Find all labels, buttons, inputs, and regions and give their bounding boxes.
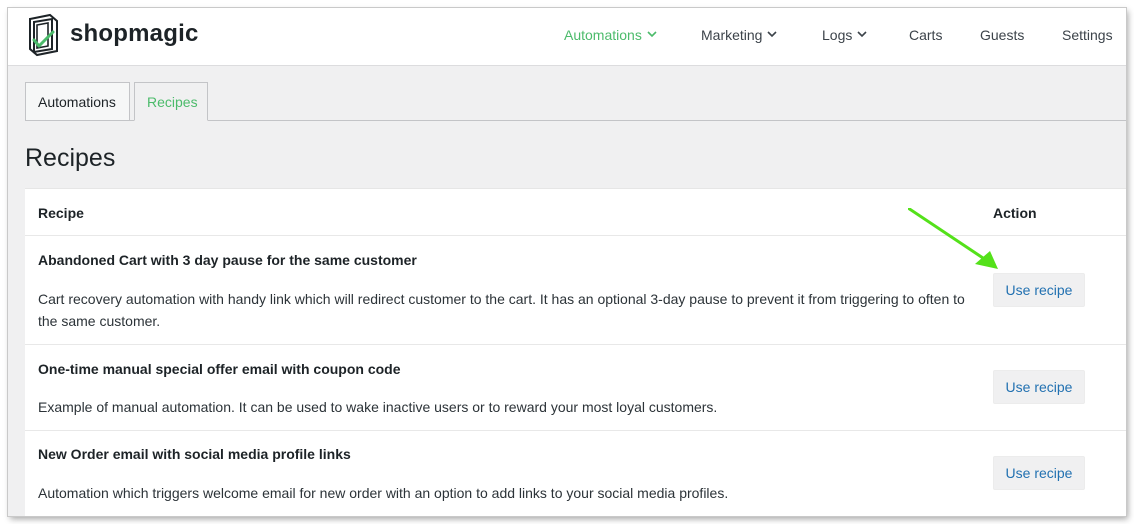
top-navigation-bar: shopmagic Automations Marketing Logs Car… (8, 8, 1126, 66)
use-recipe-button[interactable]: Use recipe (993, 456, 1085, 490)
recipe-title: Abandoned Cart with 3 day pause for the … (38, 252, 417, 268)
nav-item-label: Carts (909, 27, 943, 43)
recipe-description: Example of manual automation. It can be … (38, 399, 718, 415)
recipe-description: Automation which triggers welcome email … (38, 485, 729, 501)
chevron-down-icon (767, 31, 778, 38)
recipe-title: New Order email with social media profil… (38, 446, 351, 462)
app-window: shopmagic Automations Marketing Logs Car… (8, 8, 1126, 516)
nav-item-settings[interactable]: Settings (1062, 27, 1113, 43)
page-title: Recipes (25, 144, 116, 172)
nav-item-label: Automations (564, 27, 642, 43)
shopmagic-logo-icon[interactable] (26, 13, 60, 57)
recipe-description: Cart recovery automation with handy link… (38, 291, 965, 329)
column-header-recipe: Recipe (38, 205, 84, 221)
nav-item-automations[interactable]: Automations (564, 27, 657, 43)
table-row: One-time manual special offer email with… (25, 344, 1126, 430)
use-recipe-button[interactable]: Use recipe (993, 273, 1085, 307)
tab-automations[interactable]: Automations (25, 82, 130, 121)
chevron-down-icon (647, 31, 657, 38)
nav-item-label: Logs (822, 27, 853, 43)
nav-item-label: Marketing (701, 27, 763, 43)
chevron-down-icon (857, 31, 867, 38)
tab-label: Automations (38, 94, 116, 110)
tab-label: Recipes (147, 94, 198, 110)
nav-item-logs[interactable]: Logs (822, 27, 867, 43)
nav-item-label: Guests (980, 27, 1025, 43)
nav-item-carts[interactable]: Carts (909, 27, 942, 43)
tab-recipes[interactable]: Recipes (134, 82, 208, 121)
green-arrow-icon (908, 208, 998, 269)
nav-item-label: Settings (1062, 27, 1113, 43)
recipe-title: One-time manual special offer email with… (38, 361, 401, 377)
nav-item-marketing[interactable]: Marketing (701, 27, 778, 43)
table-row: New Order email with social media profil… (25, 430, 1126, 516)
nav-item-guests[interactable]: Guests (980, 27, 1024, 43)
use-recipe-button[interactable]: Use recipe (993, 370, 1085, 404)
brand-name[interactable]: shopmagic (70, 20, 199, 48)
